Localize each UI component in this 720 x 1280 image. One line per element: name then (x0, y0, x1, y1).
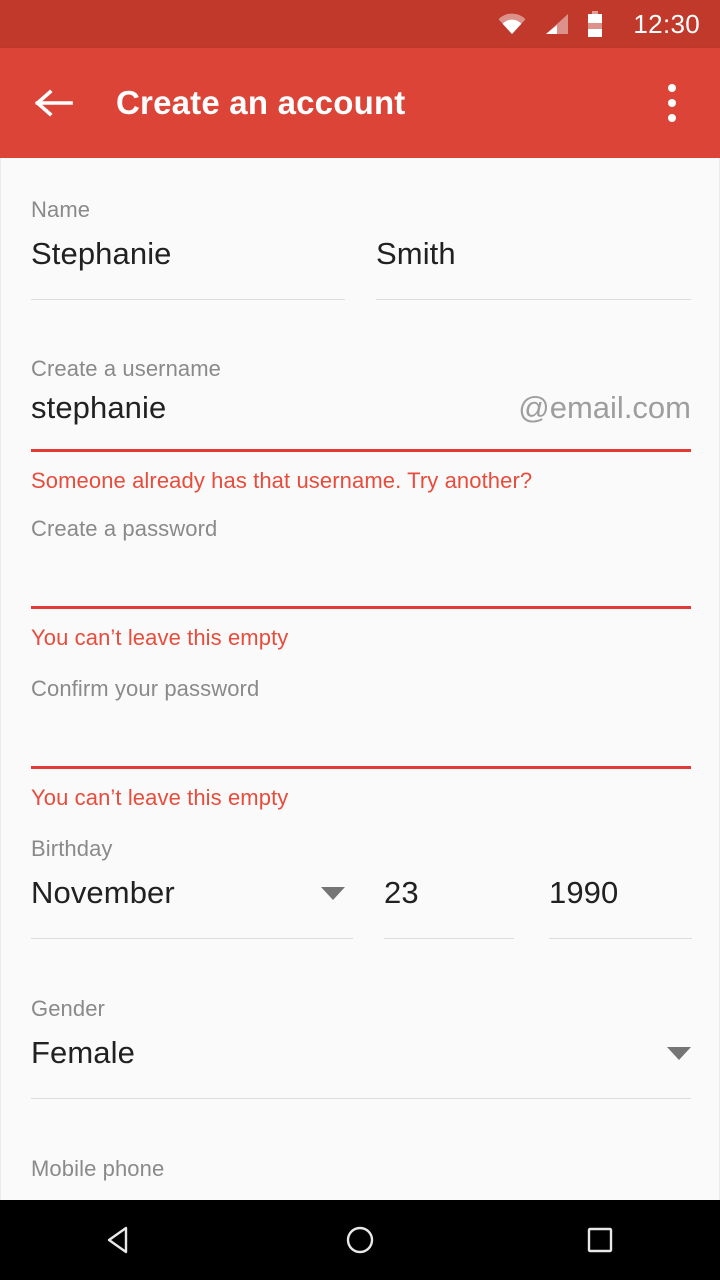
first-name-field[interactable]: Stephanie (31, 231, 345, 300)
confirm-password-label: Confirm your password (31, 676, 260, 701)
password-field[interactable] (1, 542, 719, 606)
gender-label: Gender (31, 996, 105, 1021)
username-underline (31, 449, 691, 452)
username-value: stephanie (31, 390, 167, 425)
battery-icon (588, 11, 603, 37)
username-error-message: Someone already has that username. Try a… (31, 468, 533, 493)
birthday-month-underline (31, 938, 353, 939)
field-group-mobile-phone: Mobile phone (1, 1156, 719, 1182)
last-name-value: Smith (376, 236, 456, 271)
username-label: Create a username (31, 356, 222, 381)
field-group-password: Create a password You can’t leave this e… (1, 516, 719, 651)
name-label: Name (31, 197, 91, 222)
birthday-input-row: November 23 1990 (1, 870, 719, 939)
password-error-message: You can’t leave this empty (31, 625, 289, 650)
status-bar: 12:30 (0, 0, 720, 48)
gender-value: Female (31, 1035, 135, 1070)
chevron-down-icon (321, 886, 345, 900)
birthday-year-field[interactable]: 1990 (549, 870, 692, 939)
birthday-label: Birthday (31, 836, 113, 861)
password-label: Create a password (31, 516, 218, 541)
username-field[interactable]: stephanie @email.com (31, 390, 691, 426)
birthday-day-field[interactable]: 23 (384, 870, 514, 939)
birthday-day-value: 23 (384, 875, 419, 910)
back-arrow-icon (34, 89, 73, 117)
app-bar: Create an account (0, 48, 720, 158)
field-group-username: Create a username stephanie @email.com S… (1, 356, 719, 494)
birthday-year-underline (549, 938, 692, 939)
status-time: 12:30 (633, 8, 700, 39)
username-domain-suffix: @email.com (518, 390, 691, 425)
nav-recents-icon (587, 1227, 613, 1253)
nav-home-icon (346, 1226, 374, 1254)
mobile-phone-label: Mobile phone (31, 1156, 165, 1181)
back-button[interactable] (26, 75, 82, 131)
wifi-icon (498, 13, 526, 34)
field-group-name: Name Stephanie Smith (1, 197, 719, 300)
birthday-month-value: November (31, 875, 175, 910)
confirm-password-underline (31, 766, 691, 769)
nav-back-button[interactable] (65, 1200, 175, 1280)
nav-recents-button[interactable] (545, 1200, 655, 1280)
overflow-menu-button[interactable] (648, 75, 696, 131)
phone-screen: 12:30 Create an account Name Stephanie S… (0, 0, 720, 1280)
overflow-menu-icon-dot (668, 84, 676, 92)
form-content: Name Stephanie Smith Create a username s… (0, 158, 720, 1200)
confirm-password-field[interactable] (1, 702, 719, 766)
field-group-gender: Gender Female (1, 996, 719, 1099)
last-name-field[interactable]: Smith (376, 231, 691, 300)
android-navigation-bar (0, 1200, 720, 1280)
birthday-year-value: 1990 (549, 875, 619, 910)
password-underline (31, 606, 691, 609)
cellular-signal-icon (546, 14, 569, 34)
gender-underline (31, 1098, 691, 1099)
birthday-day-underline (384, 938, 514, 939)
status-icon-group: 12:30 (497, 9, 700, 40)
last-name-underline (376, 299, 691, 300)
overflow-menu-icon-dot (668, 114, 676, 122)
first-name-value: Stephanie (31, 236, 172, 271)
gender-dropdown[interactable]: Female (31, 1030, 691, 1076)
field-group-birthday: Birthday November 23 1990 (1, 836, 719, 939)
name-input-row: Stephanie Smith (1, 231, 719, 300)
nav-home-button[interactable] (305, 1200, 415, 1280)
field-group-confirm-password: Confirm your password You can’t leave th… (1, 676, 719, 811)
overflow-menu-icon-dot (668, 99, 676, 107)
nav-back-icon (107, 1226, 128, 1254)
confirm-password-error-message: You can’t leave this empty (31, 785, 289, 810)
page-title: Create an account (116, 84, 406, 121)
chevron-down-icon (667, 1046, 691, 1060)
first-name-underline (31, 299, 345, 300)
birthday-month-dropdown[interactable]: November (31, 870, 353, 939)
